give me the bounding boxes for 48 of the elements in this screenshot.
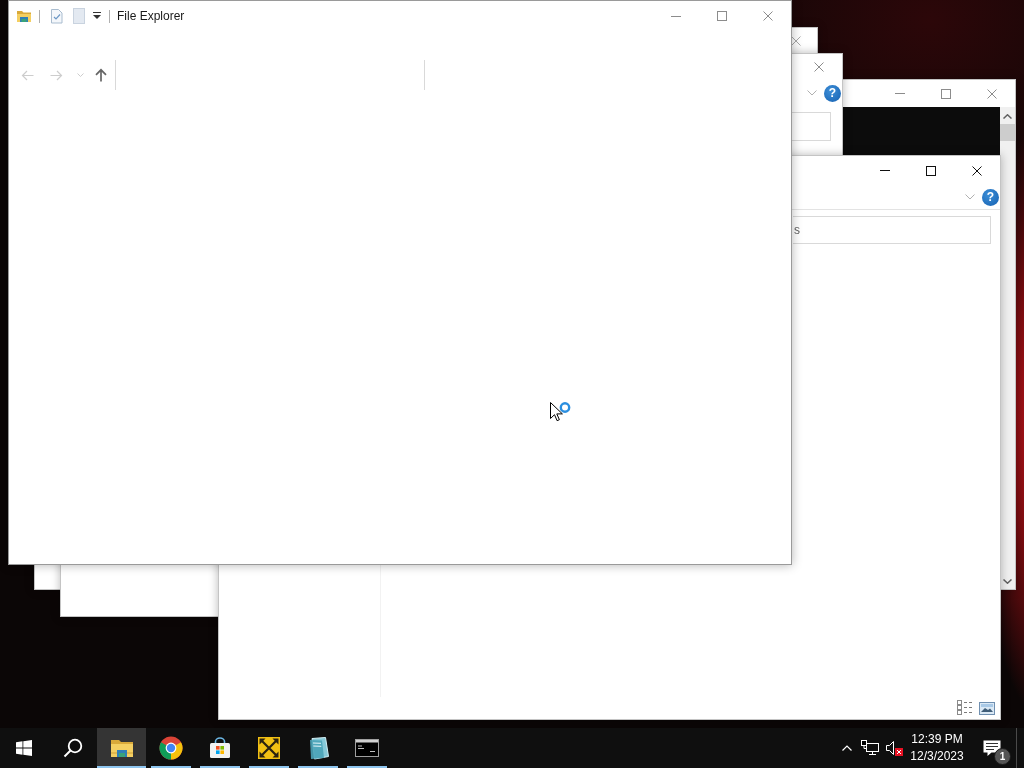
- forward-arrow-icon: [49, 69, 63, 81]
- minimize-icon: [895, 93, 905, 94]
- address-field[interactable]: [115, 60, 425, 90]
- checked-page-icon[interactable]: [50, 8, 64, 24]
- start-icon: [16, 740, 32, 756]
- maximize-icon: [717, 11, 727, 21]
- chevron-down-icon: [76, 73, 84, 77]
- back-arrow-icon: [20, 69, 34, 81]
- search-icon: [62, 738, 83, 758]
- close-icon: [987, 88, 997, 99]
- maximize-icon: [926, 165, 936, 176]
- large-icons-view-button[interactable]: [978, 699, 996, 717]
- chevron-up-icon[interactable]: [1003, 114, 1012, 119]
- folder-icon[interactable]: [16, 8, 32, 24]
- search-field[interactable]: s: [793, 216, 991, 244]
- network-icon: [860, 740, 880, 756]
- maximize-icon: [941, 88, 951, 99]
- chevron-up-icon: [842, 745, 852, 751]
- folder-icon: [109, 738, 134, 758]
- window-title: File Explorer: [117, 9, 185, 23]
- search-field[interactable]: [792, 112, 831, 141]
- clock-date[interactable]: 12/3/2023: [910, 748, 964, 765]
- help-button[interactable]: ?: [982, 188, 999, 206]
- console-icon: [354, 739, 379, 757]
- chevron-down-icon[interactable]: [1003, 579, 1012, 584]
- scroll-thumb[interactable]: [1000, 124, 1015, 141]
- shopping-bag-icon: [208, 737, 231, 759]
- close-icon: [814, 62, 824, 72]
- up-arrow-icon: [95, 68, 107, 82]
- chevron-down-icon: [807, 90, 817, 96]
- chevron-down-icon: [965, 194, 975, 200]
- help-button[interactable]: ?: [824, 84, 841, 102]
- dropdown-caret-icon[interactable]: [93, 12, 101, 20]
- taskbar-button[interactable]: [97, 728, 146, 768]
- browser-icon: [158, 736, 183, 760]
- minimize-icon: [671, 15, 681, 17]
- close-icon: [791, 35, 801, 46]
- clock-time[interactable]: 12:39 PM: [911, 731, 963, 748]
- close-icon: [972, 165, 982, 176]
- picture-icon: [979, 701, 995, 715]
- message-bubble-icon: [983, 739, 1001, 757]
- details-view-button[interactable]: [956, 699, 974, 717]
- notifications-button[interactable]: 1: [968, 728, 1016, 768]
- close-icon: [763, 11, 773, 21]
- four-arrows-icon: [256, 736, 281, 760]
- minimize-icon: [880, 170, 890, 171]
- notification-count: 1: [994, 748, 1011, 765]
- details-view-icon: [957, 700, 973, 716]
